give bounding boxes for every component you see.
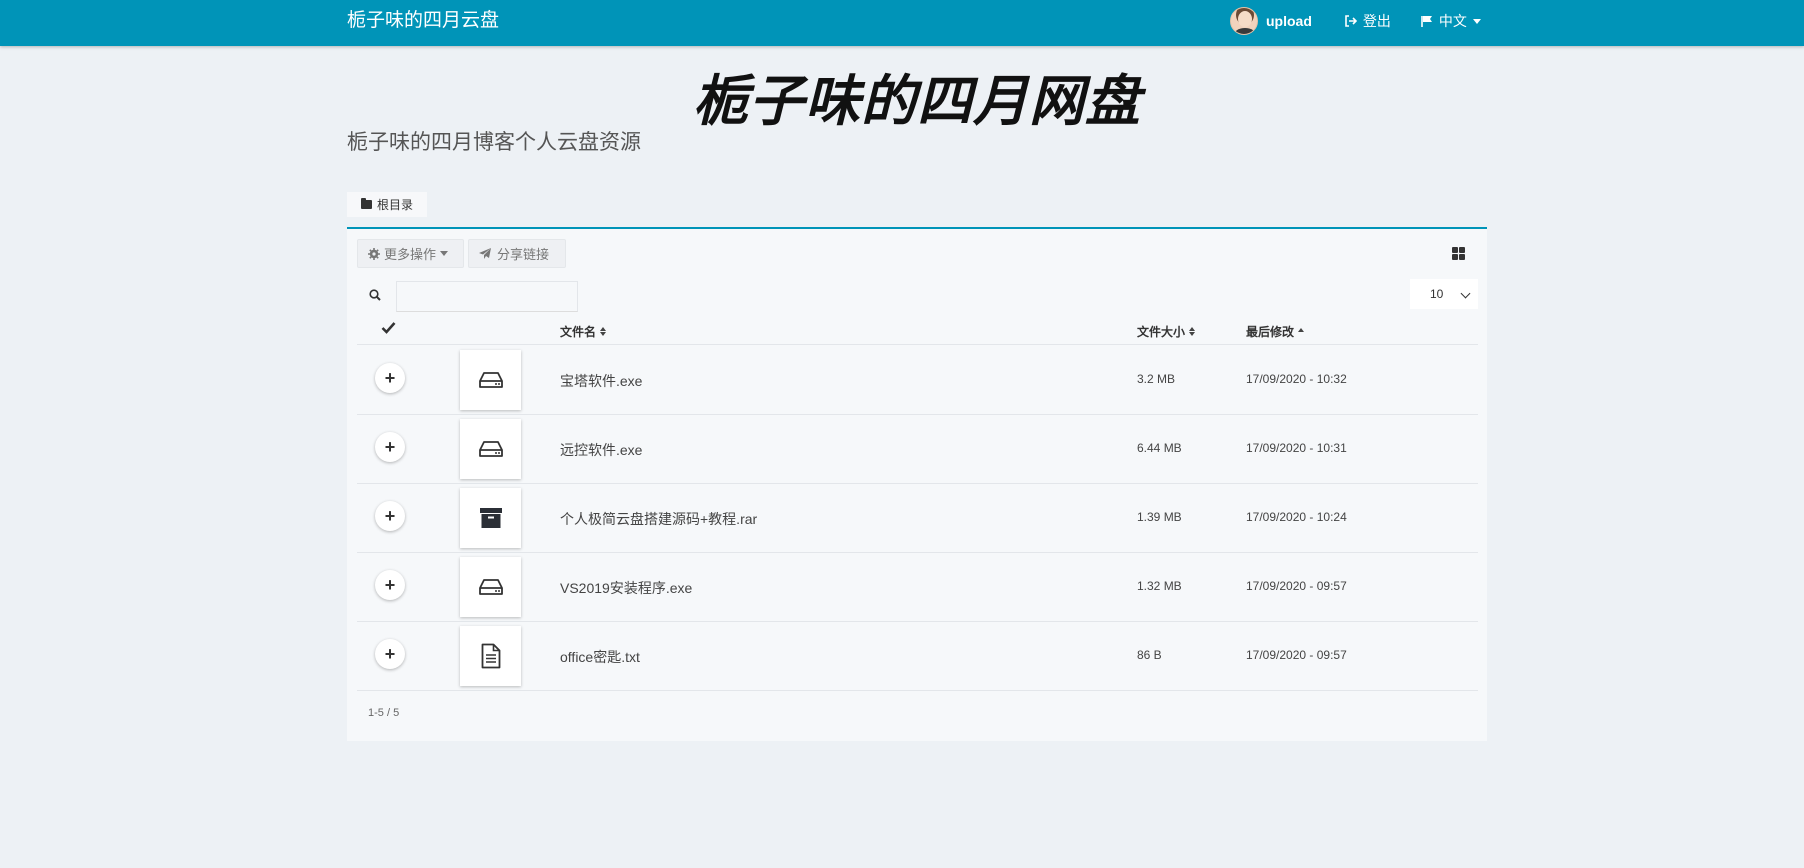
pagination-info: 1-5 / 5 bbox=[368, 707, 400, 719]
caret-down-icon bbox=[1472, 18, 1481, 24]
drive-icon bbox=[478, 441, 503, 457]
sign-out-icon bbox=[1345, 15, 1357, 27]
folder-open-icon bbox=[361, 198, 372, 209]
share-link-button[interactable]: 分享链接 bbox=[468, 239, 566, 268]
file-thumbnail[interactable] bbox=[460, 419, 521, 479]
expand-row-button[interactable]: + bbox=[375, 639, 405, 669]
file-modified: 17/09/2020 - 09:57 bbox=[1246, 579, 1347, 593]
page-title: 栀子味的四月网盘 bbox=[692, 69, 1141, 133]
column-header-name-label: 文件名 bbox=[560, 325, 597, 339]
check-icon[interactable] bbox=[381, 321, 396, 334]
breadcrumb[interactable]: 根目录 bbox=[347, 192, 428, 217]
file-modified: 17/09/2020 - 10:24 bbox=[1246, 510, 1347, 524]
file-name[interactable]: VS2019安装程序.exe bbox=[560, 578, 692, 598]
file-name[interactable]: 宝塔软件.exe bbox=[560, 371, 642, 391]
expand-row-button[interactable]: + bbox=[375, 432, 405, 462]
nav-right: upload 登出 中文 bbox=[1230, 0, 1511, 42]
logout-label: 登出 bbox=[1362, 13, 1391, 29]
language-dropdown[interactable]: 中文 bbox=[1421, 11, 1481, 31]
page-size-select[interactable]: 10 bbox=[1410, 279, 1478, 309]
table-row[interactable]: + 宝塔软件.exe 3.2 MB 17/09/2020 - 10:32 bbox=[357, 346, 1478, 415]
expand-row-button[interactable]: + bbox=[375, 363, 405, 393]
file-modified: 17/09/2020 - 10:31 bbox=[1246, 441, 1347, 455]
more-actions-label: 更多操作 bbox=[384, 247, 437, 262]
share-link-label: 分享链接 bbox=[497, 247, 550, 262]
chevron-down-icon bbox=[1460, 288, 1471, 299]
expand-row-button[interactable]: + bbox=[375, 501, 405, 531]
table-row[interactable]: + 个人极简云盘搭建源码+教程.rar 1.39 MB 17/09/2020 -… bbox=[357, 484, 1478, 553]
language-label: 中文 bbox=[1438, 13, 1467, 29]
file-panel: 更多操作 分享链接 10 文件名 文件大小 最后修改 + 宝塔软件.exe 3.… bbox=[347, 227, 1487, 741]
caret-down-icon bbox=[440, 251, 449, 256]
top-navbar: 栀子味的四月云盘 upload 登出 中文 bbox=[0, 0, 1804, 46]
file-size: 6.44 MB bbox=[1137, 441, 1182, 455]
table-row[interactable]: + office密匙.txt 86 B 17/09/2020 - 09:57 bbox=[357, 622, 1478, 691]
column-header-modified[interactable]: 最后修改 bbox=[1246, 323, 1305, 340]
page-size-value: 10 bbox=[1430, 287, 1444, 301]
user-name[interactable]: upload bbox=[1266, 13, 1312, 29]
archive-icon bbox=[479, 508, 502, 528]
column-header-size[interactable]: 文件大小 bbox=[1137, 323, 1196, 340]
gear-icon bbox=[368, 247, 380, 260]
file-name[interactable]: 个人极简云盘搭建源码+教程.rar bbox=[560, 509, 757, 529]
flag-icon bbox=[1421, 16, 1432, 27]
logout-link[interactable]: 登出 bbox=[1344, 11, 1391, 31]
search-input[interactable] bbox=[396, 281, 578, 312]
brand-link[interactable]: 栀子味的四月云盘 bbox=[347, 0, 499, 42]
file-modified: 17/09/2020 - 09:57 bbox=[1246, 648, 1347, 662]
sort-icon bbox=[1189, 327, 1196, 336]
file-thumbnail[interactable] bbox=[460, 350, 521, 410]
table-header: 文件名 文件大小 最后修改 bbox=[357, 315, 1478, 345]
text-file-icon bbox=[481, 643, 500, 669]
breadcrumb-root: 根目录 bbox=[377, 198, 414, 212]
file-size: 1.39 MB bbox=[1137, 510, 1182, 524]
user-avatar[interactable] bbox=[1230, 7, 1258, 35]
file-size: 86 B bbox=[1137, 648, 1162, 662]
page-subtitle: 栀子味的四月博客个人云盘资源 bbox=[347, 131, 641, 154]
drive-icon bbox=[478, 579, 503, 595]
file-size: 1.32 MB bbox=[1137, 579, 1182, 593]
file-name[interactable]: office密匙.txt bbox=[560, 647, 640, 667]
file-modified: 17/09/2020 - 10:32 bbox=[1246, 372, 1347, 386]
file-name[interactable]: 远控软件.exe bbox=[560, 440, 642, 460]
table-row[interactable]: + VS2019安装程序.exe 1.32 MB 17/09/2020 - 09… bbox=[357, 553, 1478, 622]
sort-icon bbox=[600, 327, 607, 336]
file-thumbnail[interactable] bbox=[460, 626, 521, 686]
column-header-name[interactable]: 文件名 bbox=[560, 323, 607, 340]
sort-up-icon bbox=[1298, 328, 1305, 332]
file-thumbnail[interactable] bbox=[460, 557, 521, 617]
column-header-size-label: 文件大小 bbox=[1137, 325, 1186, 339]
expand-row-button[interactable]: + bbox=[375, 570, 405, 600]
paper-plane-icon bbox=[479, 247, 491, 259]
grid-view-icon[interactable] bbox=[1452, 247, 1465, 260]
more-actions-button[interactable]: 更多操作 bbox=[357, 239, 464, 268]
table-row[interactable]: + 远控软件.exe 6.44 MB 17/09/2020 - 10:31 bbox=[357, 415, 1478, 484]
search-icon bbox=[369, 289, 381, 301]
file-size: 3.2 MB bbox=[1137, 372, 1176, 386]
drive-icon bbox=[478, 372, 503, 388]
file-thumbnail[interactable] bbox=[460, 488, 521, 548]
column-header-modified-label: 最后修改 bbox=[1246, 325, 1295, 339]
